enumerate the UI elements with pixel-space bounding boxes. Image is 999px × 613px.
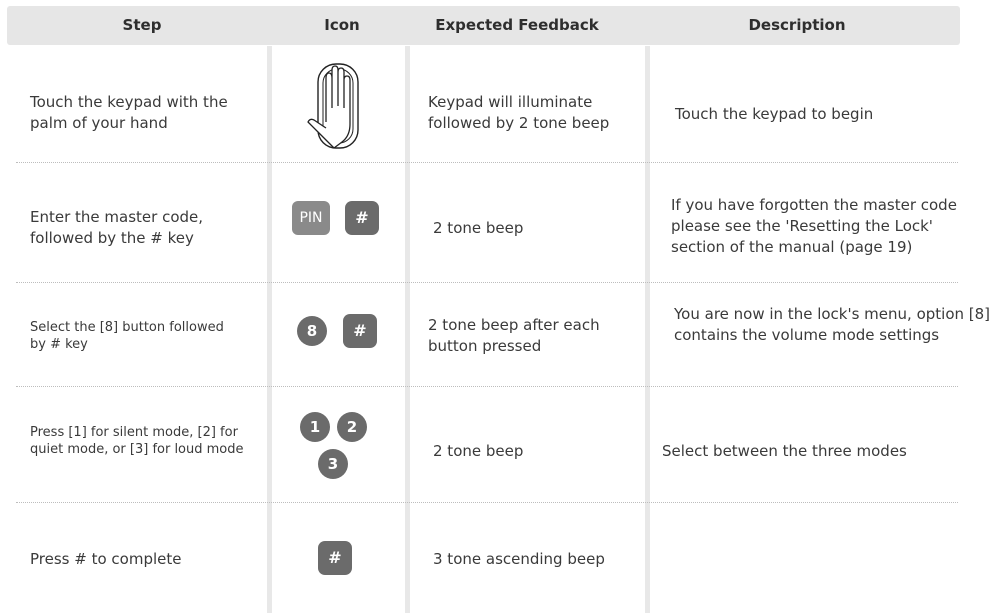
description-text: If you have forgotten the master code pl… — [671, 196, 957, 256]
feedback-text: 3 tone ascending beep — [433, 550, 605, 568]
step-text: Press # to complete — [30, 550, 182, 568]
pin-key-icon: PIN — [292, 201, 330, 235]
step-text: Press [1] for silent mode, [2] for quiet… — [30, 425, 244, 457]
column-divider — [267, 46, 272, 613]
table-header: Step Icon Expected Feedback Description — [7, 6, 960, 45]
header-step: Step — [122, 16, 162, 34]
description-text: Touch the keypad to begin — [675, 105, 874, 123]
header-expected-feedback: Expected Feedback — [435, 16, 599, 34]
row-separator — [16, 502, 958, 503]
step-text: Select the [8] button followed by # key — [30, 320, 224, 352]
row-separator — [16, 386, 958, 387]
key-2-icon: 2 — [337, 412, 367, 442]
row-separator — [16, 162, 958, 163]
header-icon: Icon — [324, 16, 360, 34]
key-3-icon: 3 — [318, 449, 348, 479]
hash-key-icon: # — [345, 201, 379, 235]
palm-keypad-icon — [304, 60, 368, 152]
key-1-icon: 1 — [300, 412, 330, 442]
header-description: Description — [748, 16, 846, 34]
key-8-icon: 8 — [297, 316, 327, 346]
description-text: Select between the three modes — [662, 442, 907, 460]
feedback-text: 2 tone beep — [433, 219, 524, 237]
step-text: Enter the master code, followed by the #… — [30, 208, 204, 247]
column-divider — [645, 46, 650, 613]
hash-key-icon: # — [343, 314, 377, 348]
feedback-text: Keypad will illuminate followed by 2 ton… — [428, 93, 610, 132]
feedback-text: 2 tone beep — [433, 442, 524, 460]
hash-key-icon: # — [318, 541, 352, 575]
row-separator — [16, 282, 958, 283]
description-text: You are now in the lock's menu, option [… — [674, 305, 991, 344]
feedback-text: 2 tone beep after each button pressed — [428, 316, 600, 355]
step-text: Touch the keypad with the palm of your h… — [30, 93, 228, 132]
column-divider — [405, 46, 410, 613]
